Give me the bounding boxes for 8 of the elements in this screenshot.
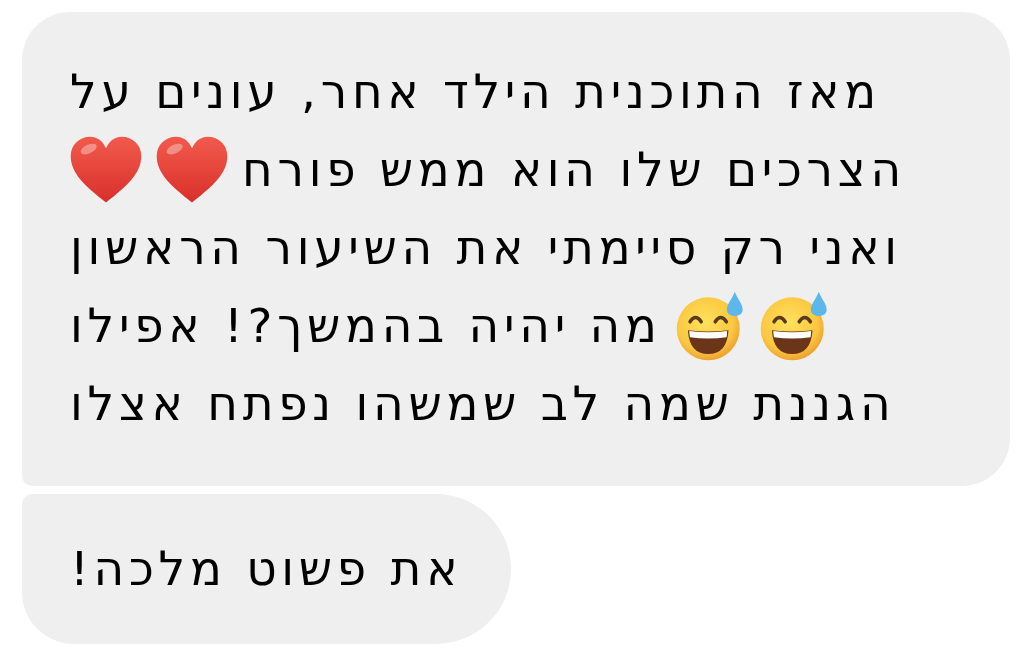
message-text: הגננת שמה לב שמשהו נפתח אצלו xyxy=(70,375,896,433)
heart-emoji-icon xyxy=(70,136,142,204)
message-text: ואני רק סיימתי את השיעור הראשון xyxy=(70,219,902,277)
message-text: את פשוט מלכה! xyxy=(70,540,463,598)
message-text: מאז התוכנית הילד אחר, עונים על xyxy=(70,63,881,121)
heart-emoji-icon xyxy=(156,136,228,204)
message-text: הצרכים שלו הוא ממש פורח xyxy=(242,141,906,199)
message-text: מה יהיה בהמשך?! אפילו xyxy=(70,297,662,355)
